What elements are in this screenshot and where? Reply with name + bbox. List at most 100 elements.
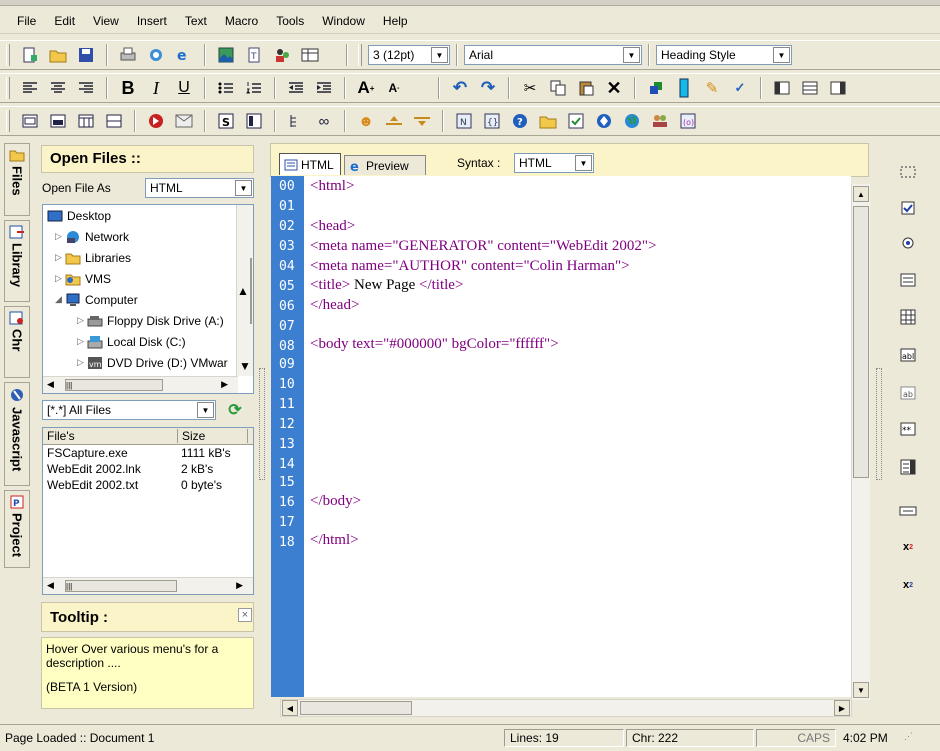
form-icon[interactable]	[18, 109, 42, 133]
superscript-icon[interactable]: x2	[899, 538, 917, 556]
expand-arrow-icon[interactable]: ▷	[77, 336, 87, 347]
decrease-font-icon[interactable]: A-	[382, 76, 406, 100]
file-list-horizontal-scrollbar[interactable]: ◀ ||| ▶	[43, 577, 253, 594]
globe-icon[interactable]	[620, 109, 644, 133]
column-header-size[interactable]: Size	[178, 429, 248, 443]
password-field-icon[interactable]: **	[899, 420, 917, 438]
menu-edit[interactable]: Edit	[45, 14, 84, 28]
ie-icon[interactable]: e	[172, 43, 196, 67]
menu-help[interactable]: Help	[374, 14, 417, 28]
table-row[interactable]: FSCapture.exe 1111 kB's	[43, 445, 253, 461]
menu-text[interactable]: Text	[176, 14, 216, 28]
tab-html[interactable]: HTML	[279, 153, 341, 175]
image-icon[interactable]	[214, 43, 238, 67]
chevron-down-icon[interactable]: ▼	[575, 155, 592, 171]
tree-item-network[interactable]: ▷ Network	[43, 226, 253, 247]
folder-icon[interactable]	[536, 109, 560, 133]
font-size-select[interactable]: 3 (12pt) ▼	[368, 45, 450, 65]
link-icon[interactable]: ∞	[312, 109, 336, 133]
horizontal-rule-up-icon[interactable]	[382, 109, 406, 133]
editor-horizontal-scrollbar[interactable]: ◀ ▶	[280, 699, 852, 717]
text-box-icon[interactable]: ab	[899, 384, 917, 402]
align-center-icon[interactable]	[46, 76, 70, 100]
grid-icon[interactable]	[899, 308, 917, 326]
object-icon[interactable]: (o)	[676, 109, 700, 133]
bold-icon[interactable]: B	[116, 76, 140, 100]
refresh-icon[interactable]: ⟳	[225, 400, 245, 420]
italic-icon[interactable]: I	[144, 76, 168, 100]
expand-arrow-icon[interactable]: ▷	[55, 273, 65, 284]
expand-arrow-icon[interactable]: ▷	[77, 357, 87, 368]
tree-item-vms[interactable]: ▷ VMS	[43, 268, 253, 289]
checkbox-icon[interactable]	[899, 199, 917, 217]
tree-vertical-scrollbar[interactable]: ▲ ▼	[236, 205, 253, 376]
users-icon[interactable]	[270, 43, 294, 67]
align-left-icon[interactable]	[18, 76, 42, 100]
tab-javascript[interactable]: Javascript	[4, 382, 30, 486]
marquee-icon[interactable]	[899, 163, 917, 181]
tree-item-floppy[interactable]: ▷ Floppy Disk Drive (A:)	[43, 310, 253, 331]
bullet-list-icon[interactable]	[214, 76, 238, 100]
scroll-thumb[interactable]: |||	[65, 580, 177, 592]
wizard-icon[interactable]: ☻	[354, 109, 378, 133]
menu-file[interactable]: File	[8, 14, 45, 28]
paste-icon[interactable]	[574, 76, 598, 100]
menu-window[interactable]: Window	[313, 14, 374, 28]
expand-arrow-icon[interactable]: ▷	[55, 231, 65, 242]
script-icon[interactable]: S	[214, 109, 238, 133]
tree-item-libraries[interactable]: ▷ Libraries	[43, 247, 253, 268]
spellcheck-icon[interactable]: ✓	[728, 76, 752, 100]
chevron-down-icon[interactable]: ▼	[431, 47, 448, 63]
help-icon[interactable]: ?	[508, 109, 532, 133]
tree-item-computer[interactable]: ◢ Computer	[43, 289, 253, 310]
braces-icon[interactable]: {}	[480, 109, 504, 133]
scroll-thumb[interactable]: |||	[65, 379, 163, 391]
tree-icon[interactable]	[284, 109, 308, 133]
increase-font-icon[interactable]: A +	[354, 76, 378, 100]
checkbox-insert-icon[interactable]	[564, 109, 588, 133]
heading-style-select[interactable]: Heading Style ▼	[656, 45, 792, 65]
numbered-list-icon[interactable]	[242, 76, 266, 100]
button-element-icon[interactable]	[899, 502, 917, 520]
columns-icon[interactable]	[74, 109, 98, 133]
tree-horizontal-scrollbar[interactable]: ◀ ||| ▶	[43, 376, 238, 393]
horizontal-rule-down-icon[interactable]	[410, 109, 434, 133]
people-icon[interactable]	[648, 109, 672, 133]
menu-macro[interactable]: Macro	[216, 14, 267, 28]
tree-item-dvd[interactable]: ▷ vm DVD Drive (D:) VMwar	[43, 352, 253, 373]
tab-files[interactable]: Files	[4, 143, 30, 216]
table-row[interactable]: WebEdit 2002.lnk 2 kB's	[43, 461, 253, 477]
chevron-down-icon[interactable]: ▼	[623, 47, 640, 63]
scroll-thumb[interactable]	[853, 206, 869, 478]
save-icon[interactable]	[74, 43, 98, 67]
table-row[interactable]: WebEdit 2002.txt 0 byte's	[43, 477, 253, 493]
chevron-down-icon[interactable]: ▼	[235, 180, 252, 196]
diamond-icon[interactable]	[592, 109, 616, 133]
cut-icon[interactable]: ✂	[518, 76, 542, 100]
table-icon[interactable]	[298, 43, 322, 67]
print-icon[interactable]	[116, 43, 140, 67]
close-icon[interactable]: ×	[238, 608, 252, 622]
tree-item-local-disk[interactable]: ▷ Local Disk (C:)	[43, 331, 253, 352]
layout-full-icon[interactable]	[798, 76, 822, 100]
radio-button-icon[interactable]	[899, 234, 917, 252]
tab-project[interactable]: P Project	[4, 490, 30, 568]
outdent-icon[interactable]	[284, 76, 308, 100]
color-picker-icon[interactable]	[672, 76, 696, 100]
panel-splitter[interactable]	[259, 368, 265, 480]
font-family-select[interactable]: Arial ▼	[464, 45, 642, 65]
list-box-icon[interactable]	[899, 271, 917, 289]
tab-preview[interactable]: e Preview	[344, 155, 426, 175]
copy-icon[interactable]	[546, 76, 570, 100]
chevron-down-icon[interactable]: ▼	[197, 402, 214, 418]
eraser-icon[interactable]: ✎	[700, 76, 724, 100]
scroll-up-icon[interactable]: ▲	[853, 186, 869, 202]
resize-grip-icon[interactable]: ⋰	[904, 731, 918, 745]
tab-library[interactable]: Library	[4, 220, 30, 302]
scroll-right-icon[interactable]: ▶	[834, 700, 850, 716]
preview-browser-icon[interactable]	[144, 43, 168, 67]
layout-right-icon[interactable]	[826, 76, 850, 100]
new-file-icon[interactable]	[18, 43, 42, 67]
open-file-as-select[interactable]: HTML ▼	[145, 178, 254, 198]
rows-icon[interactable]	[102, 109, 126, 133]
